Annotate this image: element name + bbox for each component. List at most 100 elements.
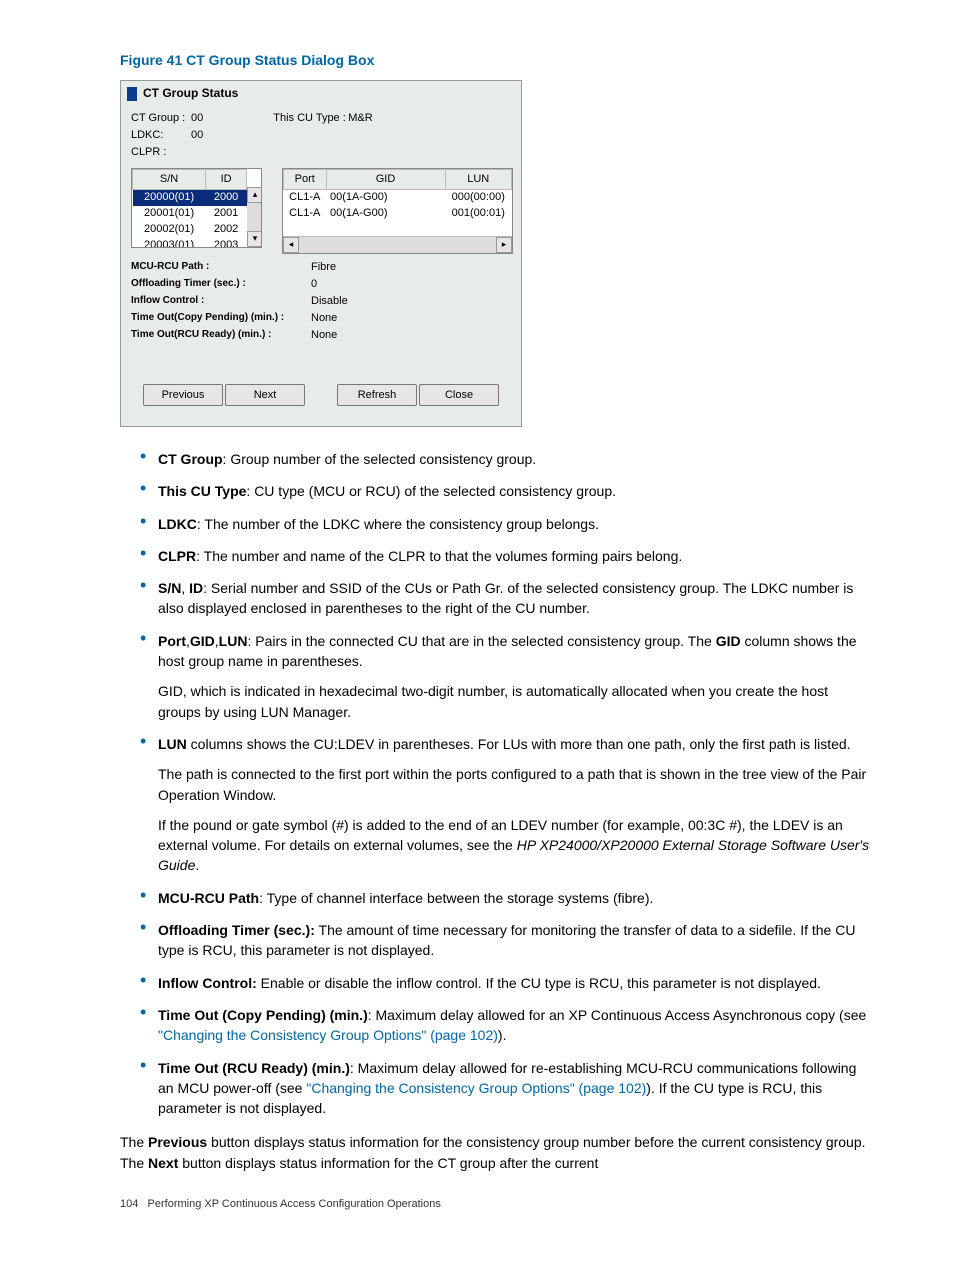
gid-header: GID bbox=[326, 169, 445, 190]
mcu-rcu-value: Fibre bbox=[311, 260, 336, 276]
properties-block: MCU-RCU Path :Fibre Offloading Timer (se… bbox=[121, 254, 521, 344]
sn-header: S/N bbox=[133, 169, 206, 190]
sn-cell: 20002(01) bbox=[133, 222, 206, 238]
next-button[interactable]: Next bbox=[225, 384, 305, 406]
sn-cell: 20001(01) bbox=[133, 206, 206, 222]
ct-group-status-dialog: CT Group Status CT Group :00 LDKC:00 CLP… bbox=[120, 80, 522, 427]
sub-paragraph: The path is connected to the first port … bbox=[158, 764, 874, 805]
lun-cell: 000(00:00) bbox=[445, 190, 511, 206]
ct-group-value: 00 bbox=[191, 111, 203, 127]
list-item: MCU-RCU Path: Type of channel interface … bbox=[140, 888, 874, 908]
dialog-buttons: Previous Next Refresh Close bbox=[121, 384, 521, 406]
text: button displays status information for t… bbox=[178, 1155, 598, 1171]
link-ref[interactable]: "Changing the Consistency Group Options"… bbox=[306, 1080, 646, 1096]
term: Port bbox=[158, 633, 186, 649]
tocp-value: None bbox=[311, 311, 337, 327]
sn-row[interactable]: 20002(01)2002 bbox=[133, 222, 247, 238]
term: MCU-RCU Path bbox=[158, 890, 259, 906]
list-item: Time Out (Copy Pending) (min.): Maximum … bbox=[140, 1005, 874, 1046]
torcu-value: None bbox=[311, 328, 337, 344]
sub-paragraph: GID, which is indicated in hexadecimal t… bbox=[158, 681, 874, 722]
title-icon bbox=[127, 87, 137, 101]
lun-listbox[interactable]: Port GID LUN CL1-A 00(1A-G00) 000(00:00)… bbox=[282, 168, 513, 255]
dialog-header-info: CT Group :00 LDKC:00 CLPR : This CU Type… bbox=[121, 105, 521, 162]
list-item: CLPR: The number and name of the CLPR to… bbox=[140, 546, 874, 566]
lun-cell: 001(00:01) bbox=[445, 206, 511, 222]
id-cell: 2001 bbox=[206, 206, 247, 222]
sn-scrollbar[interactable]: ▴ ▾ bbox=[247, 187, 261, 247]
lun-header: LUN bbox=[445, 169, 511, 190]
text: . bbox=[195, 857, 199, 873]
term: This CU Type bbox=[158, 483, 246, 499]
desc: Enable or disable the inflow control. If… bbox=[257, 975, 821, 991]
port-cell: CL1-A bbox=[284, 190, 327, 206]
desc: : The number of the LDKC where the consi… bbox=[197, 516, 599, 532]
desc: : Maximum delay allowed for an XP Contin… bbox=[368, 1007, 867, 1023]
sep: , bbox=[181, 580, 189, 596]
inflow-value: Disable bbox=[311, 294, 348, 310]
list-item: S/N, ID: Serial number and SSID of the C… bbox=[140, 578, 874, 619]
id-cell: 2002 bbox=[206, 222, 247, 238]
list-item: LUN columns shows the CU:LDEV in parenth… bbox=[140, 734, 874, 876]
list-item: Inflow Control: Enable or disable the in… bbox=[140, 973, 874, 993]
term: LUN bbox=[219, 633, 248, 649]
cutype-label: This CU Type : bbox=[273, 111, 348, 127]
list-item: LDKC: The number of the LDKC where the c… bbox=[140, 514, 874, 534]
sn-row[interactable]: 20001(01)2001 bbox=[133, 206, 247, 222]
term: Next bbox=[148, 1155, 178, 1171]
desc: : The number and name of the CLPR to tha… bbox=[196, 548, 682, 564]
term: CT Group bbox=[158, 451, 223, 467]
lun-row[interactable]: CL1-A 00(1A-G00) 001(00:01) bbox=[284, 206, 512, 222]
desc: : Group number of the selected consisten… bbox=[223, 451, 537, 467]
term: GID bbox=[190, 633, 215, 649]
scroll-up-icon[interactable]: ▴ bbox=[247, 187, 262, 203]
clpr-label: CLPR : bbox=[131, 145, 191, 161]
desc: : Serial number and SSID of the CUs or P… bbox=[158, 580, 853, 616]
desc: : Pairs in the connected CU that are in … bbox=[247, 633, 715, 649]
list-item: This CU Type: CU type (MCU or RCU) of th… bbox=[140, 481, 874, 501]
term: Time Out (RCU Ready) (min.) bbox=[158, 1060, 350, 1076]
scroll-right-icon[interactable]: ▸ bbox=[496, 237, 512, 253]
previous-button[interactable]: Previous bbox=[143, 384, 223, 406]
cutype-value: M&R bbox=[348, 111, 372, 127]
close-button[interactable]: Close bbox=[419, 384, 499, 406]
gid-cell: 00(1A-G00) bbox=[326, 206, 445, 222]
sn-cell: 20000(01) bbox=[133, 190, 206, 206]
sn-listbox[interactable]: S/NID 20000(01)2000 20001(01)2001 20002(… bbox=[131, 168, 262, 248]
sn-row[interactable]: 20000(01)2000 bbox=[133, 190, 247, 206]
tocp-label: Time Out(Copy Pending) (min.) : bbox=[131, 311, 311, 327]
ldkc-label: LDKC: bbox=[131, 128, 191, 144]
list-item: Time Out (RCU Ready) (min.): Maximum del… bbox=[140, 1058, 874, 1119]
term: LDKC bbox=[158, 516, 197, 532]
mcu-rcu-label: MCU-RCU Path : bbox=[131, 260, 311, 276]
text: The bbox=[120, 1134, 148, 1150]
port-header: Port bbox=[284, 169, 327, 190]
page-number: 104 bbox=[120, 1198, 138, 1210]
sub-paragraph: If the pound or gate symbol (#) is added… bbox=[158, 815, 874, 876]
page-footer: 104 Performing XP Continuous Access Conf… bbox=[120, 1197, 874, 1213]
term: Previous bbox=[148, 1134, 207, 1150]
closing-paragraph: The Previous button displays status info… bbox=[120, 1132, 874, 1173]
desc: : Type of channel interface between the … bbox=[259, 890, 653, 906]
term: ID bbox=[189, 580, 203, 596]
scroll-down-icon[interactable]: ▾ bbox=[247, 231, 262, 247]
offload-value: 0 bbox=[311, 277, 317, 293]
term: Offloading Timer (sec.): bbox=[158, 922, 315, 938]
dialog-titlebar: CT Group Status bbox=[121, 81, 521, 104]
refresh-button[interactable]: Refresh bbox=[337, 384, 417, 406]
torcu-label: Time Out(RCU Ready) (min.) : bbox=[131, 328, 311, 344]
list-item: Port,GID,LUN: Pairs in the connected CU … bbox=[140, 631, 874, 722]
gid-cell: 00(1A-G00) bbox=[326, 190, 445, 206]
list-item: CT Group: Group number of the selected c… bbox=[140, 449, 874, 469]
lun-row[interactable]: CL1-A 00(1A-G00) 000(00:00) bbox=[284, 190, 512, 206]
header-right-col: This CU Type :M&R bbox=[273, 111, 372, 162]
desc: : CU type (MCU or RCU) of the selected c… bbox=[246, 483, 616, 499]
id-header: ID bbox=[206, 169, 247, 190]
link-ref[interactable]: "Changing the Consistency Group Options"… bbox=[158, 1027, 498, 1043]
footer-title: Performing XP Continuous Access Configur… bbox=[148, 1198, 441, 1210]
lun-hscrollbar[interactable]: ◂ ▸ bbox=[283, 236, 512, 253]
term: LUN bbox=[158, 736, 187, 752]
sn-row[interactable]: 20003(01)2003 bbox=[133, 238, 247, 247]
scroll-track[interactable] bbox=[299, 237, 496, 253]
scroll-left-icon[interactable]: ◂ bbox=[283, 237, 299, 253]
